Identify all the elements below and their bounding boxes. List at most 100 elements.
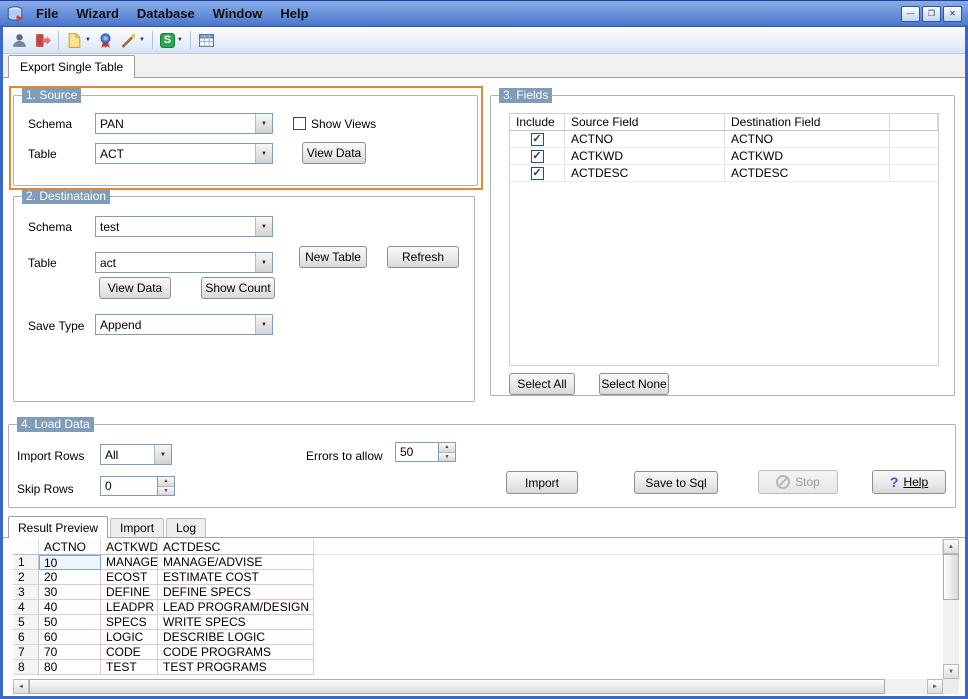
grid-cell[interactable]: 60 xyxy=(39,630,101,645)
menu-wizard[interactable]: Wizard xyxy=(67,6,128,21)
select-none-button[interactable]: Select None xyxy=(599,373,669,395)
grid-cell[interactable]: ACTKWD xyxy=(725,148,890,165)
grid-cell[interactable]: TEST PROGRAMS xyxy=(158,660,314,675)
row-header-cell[interactable]: 3 xyxy=(13,585,39,600)
grid-cell[interactable]: MANAGE xyxy=(101,555,158,570)
sql-toolbar-button[interactable]: S ▼ xyxy=(157,29,186,52)
tab-export-single-table[interactable]: Export Single Table xyxy=(8,55,136,78)
grid-cell[interactable]: TEST xyxy=(101,660,158,675)
grid-cell[interactable]: ESTIMATE COST xyxy=(158,570,314,585)
grid-cell[interactable]: ACTDESC xyxy=(565,165,725,182)
grid-cell[interactable]: DESCRIBE LOGIC xyxy=(158,630,314,645)
spin-up-icon[interactable]: ▲ xyxy=(439,443,455,453)
chevron-down-icon[interactable]: ▼ xyxy=(255,315,272,334)
row-header-cell[interactable]: 7 xyxy=(13,645,39,660)
menu-database[interactable]: Database xyxy=(128,6,204,21)
save-type-select[interactable]: Append ▼ xyxy=(95,314,273,335)
stop-button[interactable]: Stop xyxy=(758,470,838,494)
menu-file[interactable]: File xyxy=(27,6,67,21)
col-actkwd[interactable]: ACTKWD xyxy=(101,539,158,555)
include-checkbox[interactable]: ✓ xyxy=(530,149,544,163)
scroll-left-icon[interactable]: ◄ xyxy=(13,679,29,694)
row-header-cell[interactable]: 2 xyxy=(13,570,39,585)
destination-table-select[interactable]: act ▼ xyxy=(95,252,273,273)
include-checkbox[interactable]: ✓ xyxy=(530,166,544,180)
save-to-sql-button[interactable]: Save to Sql xyxy=(634,471,718,494)
import-rows-select[interactable]: All ▼ xyxy=(100,444,172,465)
grid-cell[interactable]: SPECS xyxy=(101,615,158,630)
grid-cell[interactable]: 70 xyxy=(39,645,101,660)
grid-cell[interactable]: DEFINE SPECS xyxy=(158,585,314,600)
show-count-button[interactable]: Show Count xyxy=(201,277,275,299)
row-header-cell[interactable]: 5 xyxy=(13,615,39,630)
menu-help[interactable]: Help xyxy=(271,6,317,21)
close-button[interactable]: ✕ xyxy=(943,5,962,22)
vertical-scrollbar-thumb[interactable] xyxy=(943,554,959,600)
chevron-down-icon[interactable]: ▼ xyxy=(177,37,183,43)
select-all-button[interactable]: Select All xyxy=(509,373,575,395)
wizard-toolbar-button[interactable]: ▼ xyxy=(117,29,148,52)
chevron-down-icon[interactable]: ▼ xyxy=(255,114,272,133)
refresh-button[interactable]: Refresh xyxy=(387,246,459,268)
horizontal-scrollbar[interactable]: ◄ ► xyxy=(13,679,943,694)
export-toolbar-button[interactable]: ▼ xyxy=(63,29,94,52)
grid-cell[interactable]: 80 xyxy=(39,660,101,675)
chevron-down-icon[interactable]: ▼ xyxy=(85,37,91,43)
tab-log[interactable]: Log xyxy=(166,518,207,537)
source-table-select[interactable]: ACT ▼ xyxy=(95,143,273,164)
horizontal-scrollbar-thumb[interactable] xyxy=(29,679,885,694)
destination-view-data-button[interactable]: View Data xyxy=(99,277,171,299)
vertical-scrollbar-track[interactable] xyxy=(943,600,959,664)
restore-button[interactable]: ❐ xyxy=(922,5,941,22)
grid-cell[interactable]: 10 xyxy=(39,555,101,570)
chevron-down-icon[interactable]: ▼ xyxy=(154,445,171,464)
row-header-cell[interactable]: 4 xyxy=(13,600,39,615)
show-views-checkbox[interactable] xyxy=(293,117,306,130)
destination-schema-select[interactable]: test ▼ xyxy=(95,216,273,237)
certificate-toolbar-button[interactable] xyxy=(94,29,117,52)
grid-cell[interactable]: 30 xyxy=(39,585,101,600)
vertical-scrollbar[interactable]: ▲ ▼ xyxy=(943,539,959,679)
include-checkbox[interactable]: ✓ xyxy=(530,132,544,146)
user-toolbar-button[interactable] xyxy=(8,29,31,52)
grid-cell[interactable]: ✓ xyxy=(510,148,565,165)
grid-cell[interactable]: MANAGE/ADVISE xyxy=(158,555,314,570)
grid-cell[interactable]: WRITE SPECS xyxy=(158,615,314,630)
row-header-cell[interactable]: 8 xyxy=(13,660,39,675)
scroll-up-icon[interactable]: ▲ xyxy=(943,539,959,554)
grid-cell[interactable]: ECOST xyxy=(101,570,158,585)
tab-import[interactable]: Import xyxy=(110,518,165,537)
minimize-button[interactable]: — xyxy=(901,5,920,22)
grid-cell[interactable]: ACTDESC xyxy=(725,165,890,182)
source-view-data-button[interactable]: View Data xyxy=(302,142,366,164)
grid-cell[interactable]: 40 xyxy=(39,600,101,615)
grid-cell[interactable]: ACTNO xyxy=(725,131,890,148)
errors-to-allow-input[interactable]: 50 xyxy=(395,442,439,462)
grid-cell[interactable]: ACTKWD xyxy=(565,148,725,165)
grid-cell[interactable]: ✓ xyxy=(510,131,565,148)
new-table-button[interactable]: New Table xyxy=(299,246,367,268)
row-header-cell[interactable]: 1 xyxy=(13,555,39,570)
grid-cell[interactable]: CODE xyxy=(101,645,158,660)
grid-cell[interactable]: ACTNO xyxy=(565,131,725,148)
grid-cell[interactable]: LEADPR xyxy=(101,600,158,615)
scroll-right-icon[interactable]: ► xyxy=(927,679,943,694)
grid-cell[interactable]: LEAD PROGRAM/DESIGN xyxy=(158,600,314,615)
spin-down-icon[interactable]: ▼ xyxy=(158,486,174,495)
chevron-down-icon[interactable]: ▼ xyxy=(255,217,272,236)
import-button[interactable]: Import xyxy=(506,471,578,494)
skip-rows-input[interactable]: 0 xyxy=(100,476,158,496)
grid-cell[interactable]: 50 xyxy=(39,615,101,630)
chevron-down-icon[interactable]: ▼ xyxy=(255,144,272,163)
grid-cell[interactable]: LOGIC xyxy=(101,630,158,645)
grid-cell[interactable]: DEFINE xyxy=(101,585,158,600)
chevron-down-icon[interactable]: ▼ xyxy=(255,253,272,272)
disconnect-toolbar-button[interactable] xyxy=(31,29,54,52)
tab-result-preview[interactable]: Result Preview xyxy=(8,516,109,538)
help-button[interactable]: ? Help xyxy=(872,470,946,494)
col-actdesc[interactable]: ACTDESC xyxy=(158,539,314,555)
chevron-down-icon[interactable]: ▼ xyxy=(139,37,145,43)
row-header-cell[interactable]: 6 xyxy=(13,630,39,645)
grid-toolbar-button[interactable] xyxy=(195,29,218,52)
menu-window[interactable]: Window xyxy=(204,6,272,21)
